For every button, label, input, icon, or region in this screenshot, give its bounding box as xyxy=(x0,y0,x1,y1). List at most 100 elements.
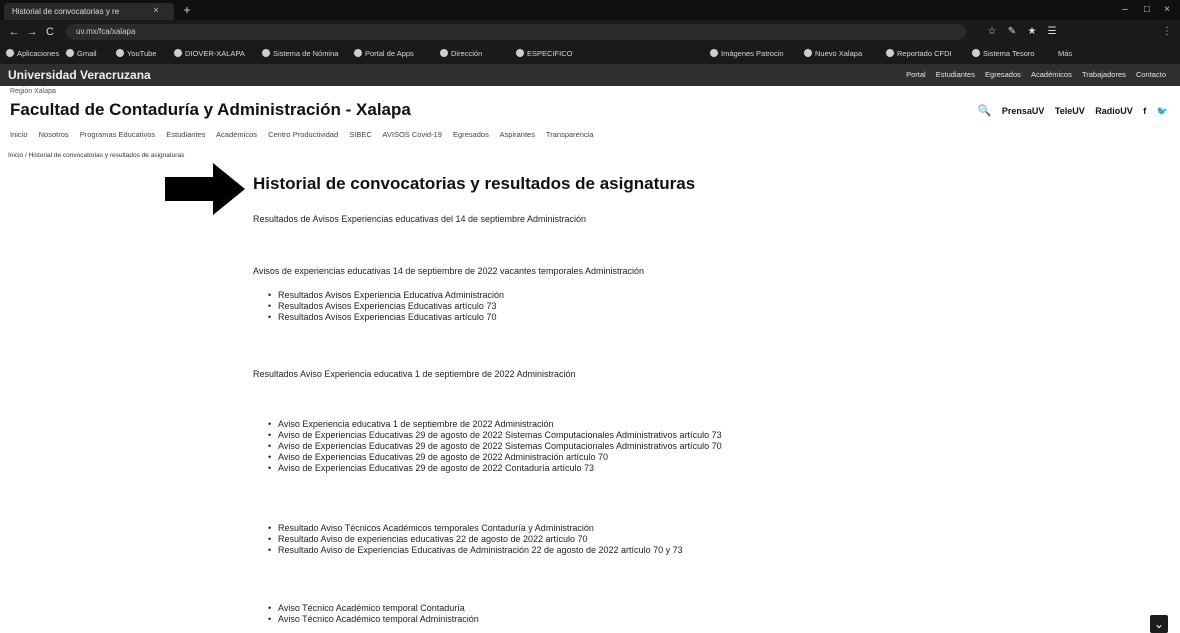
extension-edit-icon[interactable]: ✎ xyxy=(1005,24,1019,40)
globe-icon xyxy=(174,49,182,57)
bookmark-item[interactable]: Gmail xyxy=(66,44,110,64)
folder-icon xyxy=(886,49,894,57)
globe-icon xyxy=(972,49,980,57)
bookmark-item[interactable]: YouTube xyxy=(116,44,168,64)
close-window-icon[interactable]: × xyxy=(1158,2,1176,18)
reload-icon[interactable]: C xyxy=(42,24,58,40)
uv-link-portal[interactable]: Portal xyxy=(906,70,926,79)
search-icon[interactable]: 🔍 xyxy=(978,105,992,117)
nav-item-egresados[interactable]: Egresados xyxy=(453,130,489,139)
nav-item-estudiantes[interactable]: Estudiantes xyxy=(166,130,205,139)
region-label: Región Xalapa xyxy=(10,88,56,95)
globe-icon xyxy=(804,49,812,57)
globe-icon xyxy=(262,49,270,57)
bookmarks-bar: Aplicaciones Gmail YouTube DIOVER-XALAPA… xyxy=(0,44,1180,64)
bookmark-item[interactable]: Imágenes Patrocin xyxy=(710,44,798,64)
nav-item-avisos-covid[interactable]: AVISOS Covid-19 xyxy=(382,130,441,139)
browser-tab[interactable]: Historial de convocatorias y re xyxy=(4,3,174,20)
browser-toolbar: ← → C uv.mx/fca/xalapa ☆ ✎ ★ ☰ ⋮ xyxy=(0,20,1180,44)
folder-icon xyxy=(354,49,362,57)
university-brand[interactable]: Universidad Veracruzana xyxy=(8,64,151,86)
tab-bar: Historial de convocatorias y re × + ‒ □ … xyxy=(0,0,1180,20)
list-item[interactable]: Resultado Aviso de Experiencias Educativ… xyxy=(268,545,683,556)
url-text: uv.mx/fca/xalapa xyxy=(76,27,136,36)
university-links: Portal Estudiantes Egresados Académicos … xyxy=(898,64,1166,86)
bookmark-item[interactable]: Sistema Tesoro xyxy=(972,44,1052,64)
back-icon[interactable]: ← xyxy=(6,24,22,40)
twitter-icon[interactable]: 🐦 xyxy=(1157,106,1168,116)
list-item[interactable]: Aviso Experiencia educativa 1 de septiem… xyxy=(268,419,722,430)
extension-star-icon[interactable]: ★ xyxy=(1025,24,1039,40)
minimize-icon[interactable]: ‒ xyxy=(1116,2,1134,18)
paragraph-link[interactable]: Avisos de experiencias educativas 14 de … xyxy=(253,266,644,276)
main-nav: Inicio Nosotros Programas Educativos Est… xyxy=(10,128,1010,142)
nav-item-aspirantes[interactable]: Aspirantes xyxy=(500,130,535,139)
uv-link-academicos[interactable]: Académicos xyxy=(1031,70,1072,79)
nav-item-inicio[interactable]: Inicio xyxy=(10,130,28,139)
nav-item-nosotros[interactable]: Nosotros xyxy=(39,130,69,139)
bookmark-item[interactable]: ESPECIFICO xyxy=(516,44,596,64)
list-item[interactable]: Aviso de Experiencias Educativas 29 de a… xyxy=(268,430,722,441)
document-list: Aviso Experiencia educativa 1 de septiem… xyxy=(268,419,722,474)
list-item[interactable]: Resultado Aviso de experiencias educativ… xyxy=(268,534,683,545)
nav-item-centro[interactable]: Centro Productividad xyxy=(268,130,338,139)
globe-icon xyxy=(710,49,718,57)
breadcrumb[interactable]: Inicio / Historial de convocatorias y re… xyxy=(8,152,184,159)
bookmark-item[interactable]: Nuevo Xalapa xyxy=(804,44,880,64)
page-icon xyxy=(440,49,448,57)
facebook-icon[interactable]: f xyxy=(1143,106,1146,116)
bookmark-item[interactable]: Más xyxy=(1058,44,1098,64)
uv-link-estudiantes[interactable]: Estudiantes xyxy=(936,70,975,79)
bookmark-item[interactable]: Sistema de Nómina xyxy=(262,44,348,64)
tab-close-icon[interactable]: × xyxy=(150,3,162,17)
page-title: Historial de convocatorias y resultados … xyxy=(253,174,696,193)
list-item[interactable]: Aviso Técnico Académico temporal Adminis… xyxy=(268,614,479,625)
scroll-down-button[interactable]: ⌄ xyxy=(1150,615,1168,633)
apps-icon xyxy=(6,49,14,57)
youtube-icon xyxy=(116,49,124,57)
paragraph-link[interactable]: Resultados de Avisos Experiencias educat… xyxy=(253,214,586,224)
forward-icon[interactable]: → xyxy=(24,24,40,40)
tab-title: Historial de convocatorias y re xyxy=(12,7,120,16)
page-icon xyxy=(516,49,524,57)
list-item[interactable]: Aviso Técnico Académico temporal Contadu… xyxy=(268,603,479,614)
paragraph-link[interactable]: Resultados Aviso Experiencia educativa 1… xyxy=(253,369,576,379)
document-list: Resultado Aviso Técnicos Académicos temp… xyxy=(268,523,683,556)
document-list: Aviso Técnico Académico temporal Contadu… xyxy=(268,603,479,625)
radio-uv-link[interactable]: RadioUV xyxy=(1095,106,1133,116)
uv-link-trabajadores[interactable]: Trabajadores xyxy=(1082,70,1126,79)
arrow-right-icon xyxy=(165,163,245,215)
nav-item-sibec[interactable]: SIBEC xyxy=(349,130,372,139)
bookmark-item[interactable]: Dirección xyxy=(440,44,510,64)
bookmark-item[interactable]: Aplicaciones xyxy=(6,44,60,64)
bookmark-item[interactable]: Reportado CFDI xyxy=(886,44,966,64)
list-item[interactable]: Resultados Avisos Experiencias Educativa… xyxy=(268,312,504,323)
bookmark-star-icon[interactable]: ☆ xyxy=(985,24,999,40)
nav-item-transparencia[interactable]: Transparencia xyxy=(546,130,594,139)
nav-item-academicos[interactable]: Académicos xyxy=(216,130,257,139)
document-list: Resultados Avisos Experiencia Educativa … xyxy=(268,290,504,323)
list-item[interactable]: Resultados Avisos Experiencia Educativa … xyxy=(268,290,504,301)
uv-link-egresados[interactable]: Egresados xyxy=(985,70,1021,79)
list-item[interactable]: Resultado Aviso Técnicos Académicos temp… xyxy=(268,523,683,534)
list-item[interactable]: Aviso de Experiencias Educativas 29 de a… xyxy=(268,441,722,452)
maximize-icon[interactable]: □ xyxy=(1138,2,1156,18)
bookmark-item[interactable]: Portal de Apps xyxy=(354,44,434,64)
tele-uv-link[interactable]: TeleUV xyxy=(1055,106,1085,116)
address-bar[interactable]: uv.mx/fca/xalapa xyxy=(66,24,966,40)
social-links: 🔍 PrensaUV TeleUV RadioUV f 🐦 xyxy=(970,102,1168,120)
faculty-title[interactable]: Facultad de Contaduría y Administración … xyxy=(10,100,411,120)
extensions-menu-icon[interactable]: ☰ xyxy=(1045,24,1059,40)
browser-chrome: Historial de convocatorias y re × + ‒ □ … xyxy=(0,0,1180,64)
browser-menu-icon[interactable]: ⋮ xyxy=(1160,24,1174,40)
new-tab-button[interactable]: + xyxy=(180,2,194,18)
uv-link-contacto[interactable]: Contacto xyxy=(1136,70,1166,79)
gmail-icon xyxy=(66,49,74,57)
list-item[interactable]: Resultados Avisos Experiencias Educativa… xyxy=(268,301,504,312)
list-item[interactable]: Aviso de Experiencias Educativas 29 de a… xyxy=(268,452,722,463)
nav-item-programas[interactable]: Programas Educativos xyxy=(80,130,155,139)
university-bar: Universidad Veracruzana Portal Estudiant… xyxy=(0,64,1180,86)
list-item[interactable]: Aviso de Experiencias Educativas 29 de a… xyxy=(268,463,722,474)
bookmark-item[interactable]: DIOVER-XALAPA xyxy=(174,44,256,64)
prensa-uv-link[interactable]: PrensaUV xyxy=(1002,106,1045,116)
